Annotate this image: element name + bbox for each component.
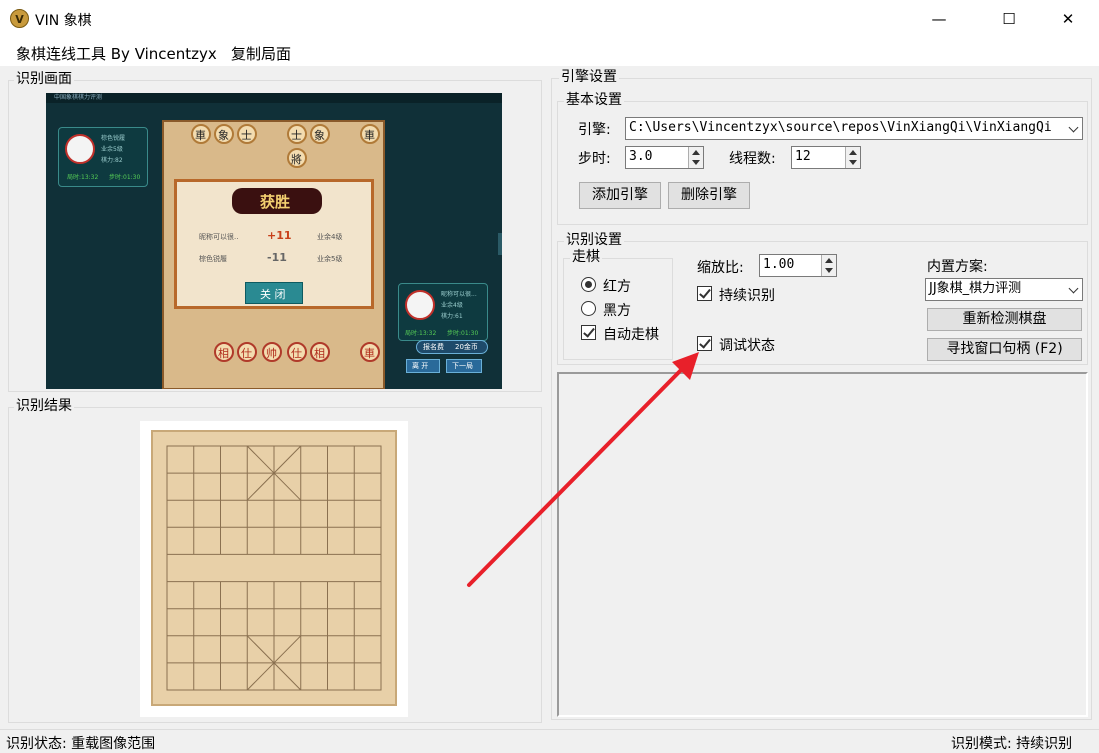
status-bar: 识别状态: 重载图像范围 识别模式: 持续识别 [0, 729, 1099, 753]
status-right: 识别模式: 持续识别 [951, 736, 1073, 752]
annotation-arrow [467, 352, 699, 587]
status-left: 识别状态: 重载图像范围 [6, 736, 156, 752]
